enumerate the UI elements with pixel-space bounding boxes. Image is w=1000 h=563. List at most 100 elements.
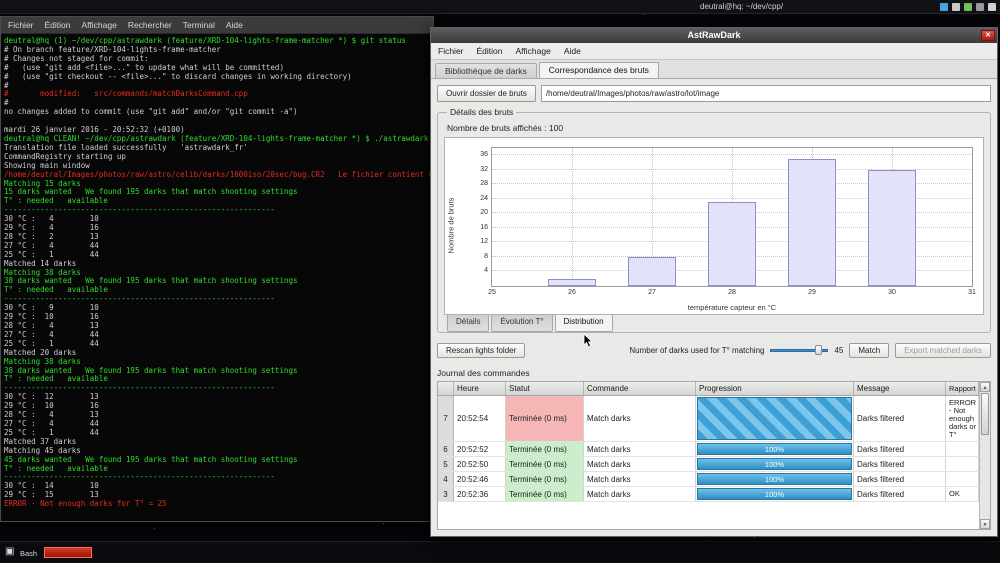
column-header[interactable]: Commande	[584, 382, 696, 395]
match-button[interactable]: Match	[849, 343, 889, 358]
column-header[interactable]: Statut	[506, 382, 584, 395]
open-bruts-folder-button[interactable]: Ouvrir dossier de bruts	[437, 85, 536, 102]
tray-icon-4[interactable]	[988, 3, 996, 11]
tray-icon-1[interactable]	[952, 3, 960, 11]
terminal-line: no changes added to commit (use "git add…	[4, 108, 430, 117]
row-number: 7	[438, 396, 454, 441]
terminal-menu-terminal[interactable]: Terminal	[183, 20, 215, 30]
progress-bar: 100%	[697, 473, 852, 485]
column-header[interactable]: Progression	[696, 382, 854, 395]
astrawdark-window[interactable]: AstRawDark ✕ Fichier Édition Affichage Aide…	[430, 27, 998, 537]
progress-bar: 100%	[697, 458, 852, 470]
bruts-folder-path-input[interactable]	[541, 85, 991, 102]
chart-bar	[868, 170, 916, 286]
y-tick-label: 12	[480, 238, 488, 246]
scroll-down-icon[interactable]: ▼	[980, 519, 990, 529]
terminal-menu-édition[interactable]: Édition	[45, 20, 71, 30]
top-panel: deutral@hq: ~/dev/cpp/	[0, 0, 1000, 14]
rescan-lights-button[interactable]: Rescan lights folder	[437, 343, 525, 358]
tray-icon-3[interactable]	[976, 3, 984, 11]
terminal-line: ERROR - Not enough darks for T° = 25	[4, 500, 430, 509]
y-tick-label: 28	[480, 180, 488, 188]
cell-statut: Terminée (0 ms)	[506, 442, 584, 456]
mouse-cursor	[583, 333, 595, 349]
darks-count-value: 45	[834, 346, 843, 355]
cell-commande: Match darks	[584, 487, 696, 501]
subtab-d-tails[interactable]: Détails	[447, 315, 489, 332]
x-tick-label: 29	[808, 289, 816, 296]
commands-journal-table[interactable]: HeureStatutCommandeProgressionMessageRap…	[437, 381, 991, 530]
close-icon[interactable]: ✕	[981, 30, 995, 41]
y-tick-label: 32	[480, 166, 488, 174]
scroll-up-icon[interactable]: ▲	[980, 382, 990, 392]
column-header[interactable]: Rapport	[946, 382, 979, 395]
tray-icon-0[interactable]	[940, 3, 948, 11]
subtab--volution-t-[interactable]: Évolution T°	[491, 315, 552, 332]
terminal-window[interactable]: Fichier Édition Affichage Rechercher Termina…	[0, 16, 434, 522]
darks-count-slider[interactable]	[770, 344, 828, 356]
row-number: 5	[438, 457, 454, 471]
app-menu-fichier[interactable]: Fichier	[438, 46, 464, 56]
x-tick-label: 31	[968, 289, 976, 296]
slider-handle[interactable]	[815, 345, 822, 355]
taskbar-item-urgent[interactable]	[44, 547, 92, 558]
terminal-line: # (use "git checkout -- <file>..." to di…	[4, 73, 430, 82]
terminal-menu-fichier[interactable]: Fichier	[8, 20, 34, 30]
x-tick-label: 28	[728, 289, 736, 296]
terminal-output[interactable]: deutral@hq (1) ~/dev/cpp/astrawdark (fea…	[1, 34, 433, 521]
table-row[interactable]: 620:52:52Terminée (0 ms)Match darks100%D…	[438, 442, 979, 457]
column-header[interactable]: Message	[854, 382, 946, 395]
x-tick-label: 26	[568, 289, 576, 296]
chart-y-axis-label: Nombre de bruts	[447, 186, 456, 266]
chart-x-axis-label: température capteur en °C	[491, 303, 973, 312]
app-menu-édition[interactable]: Édition	[477, 46, 503, 56]
cell-statut: Terminée (0 ms)	[506, 472, 584, 486]
bruts-count-label: Nombre de bruts affichés : 100	[447, 123, 984, 133]
cell-rapport	[946, 457, 979, 471]
main-tabbar: Bibliothèque de darksCorrespondance des …	[431, 60, 997, 79]
cell-progression: 100%	[696, 487, 854, 501]
darks-count-slider-label: Number of darks used for T° matching	[629, 346, 764, 355]
tray-icon-2[interactable]	[964, 3, 972, 11]
chart-bar	[708, 202, 756, 286]
cell-heure: 20:52:46	[454, 472, 506, 486]
cell-rapport: ERROR - Not enough darks or T°	[946, 396, 979, 441]
tab-biblioth-que-de-darks[interactable]: Bibliothèque de darks	[435, 63, 537, 78]
cell-heure: 20:52:36	[454, 487, 506, 501]
window-title: AstRawDark	[687, 30, 740, 40]
terminal-menu-affichage[interactable]: Affichage	[82, 20, 117, 30]
table-row[interactable]: 420:52:46Terminée (0 ms)Match darks100%D…	[438, 472, 979, 487]
row-number: 4	[438, 472, 454, 486]
table-row[interactable]: 320:52:36Terminée (0 ms)Match darks100%D…	[438, 487, 979, 502]
table-scrollbar[interactable]: ▲ ▼	[979, 382, 990, 529]
launcher-icon[interactable]: ▣	[5, 546, 14, 558]
app-menu-aide[interactable]: Aide	[564, 46, 581, 56]
y-tick-label: 16	[480, 224, 488, 232]
y-tick-label: 36	[480, 151, 488, 159]
window-titlebar[interactable]: AstRawDark ✕	[431, 28, 997, 43]
group-title: Détails des bruts	[447, 107, 516, 117]
system-tray[interactable]	[940, 3, 996, 11]
export-matched-darks-button: Export matched darks	[895, 343, 991, 358]
scrollbar-thumb[interactable]	[981, 393, 989, 435]
column-header[interactable]	[438, 382, 454, 395]
subtab-distribution[interactable]: Distribution	[555, 315, 613, 332]
view-subtabs: DétailsÉvolution T°Distribution	[444, 315, 984, 332]
chart-bar	[548, 279, 596, 286]
terminal-menu-rechercher[interactable]: Rechercher	[128, 20, 172, 30]
terminal-line: # modified: src/commands/matchDarksComma…	[4, 90, 430, 99]
app-menu-affichage[interactable]: Affichage	[516, 46, 551, 56]
terminal-menu-aide[interactable]: Aide	[226, 20, 243, 30]
column-header[interactable]: Heure	[454, 382, 506, 395]
cell-heure: 20:52:50	[454, 457, 506, 471]
star	[754, 537, 755, 538]
table-row[interactable]: 520:52:50Terminée (0 ms)Match darks100%D…	[438, 457, 979, 472]
cell-statut: Terminée (0 ms)	[506, 487, 584, 501]
cell-progression: 100%	[696, 472, 854, 486]
chart-bar	[628, 257, 676, 286]
cell-message: Darks filtered	[854, 472, 946, 486]
cell-progression: 100%	[696, 442, 854, 456]
progress-bar: 100%	[697, 443, 852, 455]
tab-correspondance-des-bruts[interactable]: Correspondance des bruts	[539, 62, 659, 78]
table-row[interactable]: 720:52:54Terminée (0 ms)Match darksDarks…	[438, 396, 979, 442]
